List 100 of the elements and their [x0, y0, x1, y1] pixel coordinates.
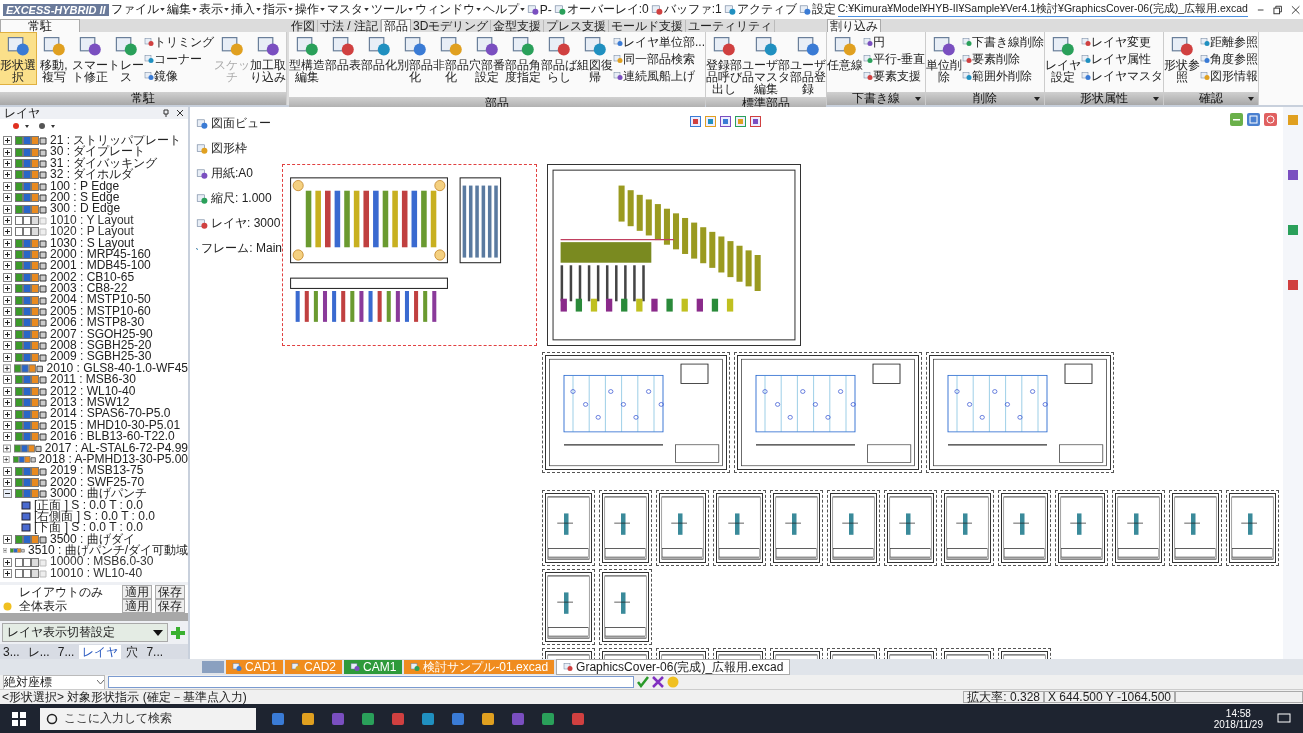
- view-name[interactable]: [正面 ] S : 0.0 T : 0.0: [34, 499, 143, 511]
- drawing-sheet[interactable]: [1115, 493, 1162, 563]
- pin-icon[interactable]: [162, 109, 170, 117]
- layer-name[interactable]: 2012 : WL10-40: [50, 385, 136, 397]
- layer-state-icon[interactable]: [15, 534, 47, 544]
- drawing-sheet[interactable]: [887, 493, 934, 563]
- taskbar-app-icon[interactable]: [570, 710, 586, 727]
- expand-icon[interactable]: [3, 318, 12, 328]
- ribbon-tab[interactable]: 割り込み: [827, 19, 881, 32]
- layer-state-icon[interactable]: [15, 307, 47, 317]
- drawing-sheet[interactable]: [929, 355, 1111, 470]
- layer-state-icon[interactable]: [15, 398, 47, 408]
- ribbon-tab[interactable]: 部品: [381, 19, 411, 32]
- layer-state-icon[interactable]: [15, 284, 47, 294]
- expand-icon[interactable]: [3, 227, 12, 237]
- drawing-sheet[interactable]: [602, 493, 649, 563]
- dropdown-icon[interactable]: [1034, 96, 1040, 101]
- expand-icon[interactable]: [3, 534, 12, 544]
- layer-state-icon[interactable]: [15, 170, 47, 180]
- expand-icon[interactable]: [3, 147, 12, 157]
- layer-name[interactable]: 2001 : MDB45-100: [50, 260, 151, 272]
- drawing-sheet[interactable]: [716, 493, 763, 563]
- expand-icon[interactable]: [3, 557, 12, 567]
- layer-name[interactable]: 2009 : SGBH25-30: [50, 351, 152, 363]
- ribbon-button[interactable]: 距離参照: [1200, 35, 1258, 49]
- preset-button[interactable]: 保存: [155, 585, 185, 599]
- view-name[interactable]: [下面 ] S : 0.0 T : 0.0: [34, 522, 143, 534]
- taskbar-search-field[interactable]: ここに入力して検索: [40, 707, 256, 730]
- ribbon-button[interactable]: 組図復帰: [577, 33, 613, 84]
- expand-icon[interactable]: [3, 261, 12, 271]
- drawing-sheet[interactable]: [830, 493, 877, 563]
- layer-state-icon[interactable]: [15, 569, 47, 579]
- drawing-sheet[interactable]: [545, 355, 727, 470]
- expand-icon[interactable]: [3, 284, 12, 294]
- view-tool-icon[interactable]: [750, 116, 761, 127]
- expand-icon[interactable]: [3, 477, 12, 487]
- layer-name[interactable]: 32 : ダイホルダ: [50, 169, 134, 181]
- ribbon-button[interactable]: 部品化: [361, 33, 397, 72]
- drawing-sheet[interactable]: [1001, 493, 1048, 563]
- menu-item[interactable]: 表示: [198, 1, 229, 18]
- document-tab[interactable]: CAM1: [344, 660, 403, 674]
- drawing-sheet[interactable]: [282, 164, 537, 346]
- drawing-sheet[interactable]: [944, 493, 991, 563]
- layer-state-icon[interactable]: [15, 318, 47, 328]
- layer-name[interactable]: 2018 : A-PMHD13-30-P5.00: [38, 453, 188, 466]
- expand-icon[interactable]: [3, 158, 12, 168]
- drawing-sheet[interactable]: [659, 493, 706, 563]
- layer-name[interactable]: 2014 : SPAS6-70-P5.0: [50, 408, 171, 420]
- panel-tab[interactable]: レ...: [24, 644, 53, 659]
- ribbon-button[interactable]: 鏡像: [144, 69, 214, 83]
- view-name[interactable]: [右側面 ] S : 0.0 T : 0.0: [34, 510, 155, 523]
- ribbon-button[interactable]: 同一部品検索: [613, 52, 705, 66]
- layer-name[interactable]: 2007 : SGOH25-90: [50, 328, 153, 341]
- ribbon-button[interactable]: コーナー: [144, 52, 214, 66]
- expand-icon[interactable]: [3, 250, 12, 260]
- layer-state-icon[interactable]: [15, 181, 47, 191]
- expand-icon[interactable]: [3, 420, 12, 430]
- layer-name[interactable]: 2013 : MSW12: [50, 397, 130, 409]
- view-tool-icon[interactable]: [735, 116, 746, 127]
- toolbar-button[interactable]: P-: [526, 2, 552, 17]
- ribbon-button[interactable]: 別部品化: [397, 33, 433, 84]
- ribbon-button[interactable]: 部品表: [325, 33, 361, 72]
- expand-icon[interactable]: [3, 193, 12, 203]
- drawing-sheet[interactable]: [737, 355, 919, 470]
- dropdown-icon[interactable]: [1248, 96, 1254, 101]
- ribbon-button[interactable]: 登録部品呼び出し: [706, 33, 742, 96]
- layer-state-icon[interactable]: [15, 204, 47, 214]
- panel-tab[interactable]: 3...: [0, 644, 23, 659]
- expand-icon[interactable]: [3, 466, 12, 476]
- layer-name[interactable]: 2015 : MHD10-30-P5.01: [50, 419, 181, 432]
- panel-tab[interactable]: レイヤ: [79, 644, 122, 659]
- layer-state-icon[interactable]: [15, 147, 47, 157]
- expand-icon[interactable]: [3, 352, 12, 362]
- layer-state-icon[interactable]: [15, 466, 47, 476]
- dropdown-icon[interactable]: [1153, 96, 1159, 101]
- expand-icon[interactable]: [3, 341, 12, 351]
- ribbon-button[interactable]: 円: [863, 35, 925, 49]
- layer-state-icon[interactable]: [14, 364, 44, 373]
- ribbon-button[interactable]: 形状参照: [1164, 33, 1200, 84]
- ribbon-button[interactable]: 移動,複写: [36, 33, 72, 84]
- preset-button[interactable]: 適用: [122, 599, 152, 613]
- layer-state-icon[interactable]: [13, 443, 42, 453]
- taskbar-app-icon[interactable]: [360, 710, 376, 727]
- ribbon-button[interactable]: レイヤ変更: [1081, 35, 1163, 49]
- layer-name[interactable]: 100 : P Edge: [50, 180, 120, 192]
- layer-name[interactable]: 2019 : MSB13-75: [50, 465, 144, 477]
- ribbon-button[interactable]: 単位削除: [926, 33, 962, 84]
- drawing-sheet[interactable]: [602, 572, 649, 642]
- view-tool-icon[interactable]: [705, 116, 716, 127]
- ribbon-button[interactable]: 任意線: [827, 33, 863, 72]
- layer-name[interactable]: 1010 : Y Layout: [50, 214, 134, 227]
- check-icon[interactable]: [637, 676, 649, 688]
- layer-state-icon[interactable]: [15, 352, 47, 362]
- expand-icon[interactable]: [3, 295, 12, 305]
- layer-state-icon[interactable]: [15, 272, 47, 282]
- drawing-sheet[interactable]: [545, 493, 592, 563]
- ribbon-button[interactable]: スマート修正: [72, 33, 108, 84]
- taskbar-app-icon[interactable]: [300, 710, 316, 727]
- layer-name[interactable]: 2003 : CB8-22: [50, 283, 128, 295]
- layer-state-icon[interactable]: [15, 238, 47, 248]
